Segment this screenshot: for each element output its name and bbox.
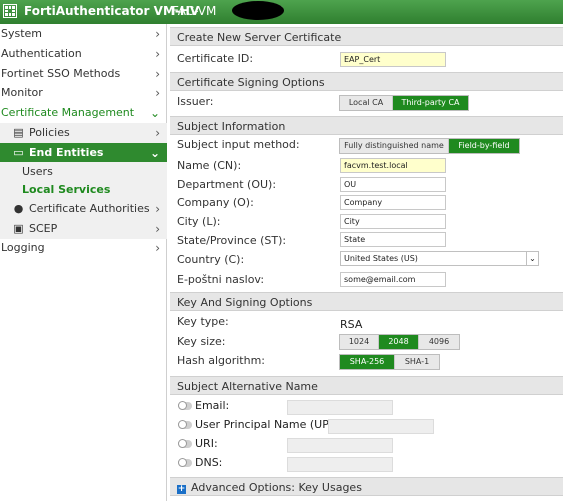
section-header-key: Key And Signing Options bbox=[170, 292, 563, 311]
san-uri-input[interactable] bbox=[287, 438, 393, 453]
key-size-label: Key size: bbox=[177, 335, 226, 348]
o-input[interactable]: Company bbox=[340, 195, 446, 210]
key-size-4096-option[interactable]: 4096 bbox=[419, 335, 459, 349]
chevron-right-icon: › bbox=[155, 202, 160, 216]
hash-algorithm-label: Hash algorithm: bbox=[177, 354, 266, 367]
expand-plus-icon: + bbox=[177, 484, 186, 494]
laptop-icon: ▭ bbox=[13, 146, 24, 159]
section-header-san: Subject Alternative Name bbox=[170, 376, 563, 395]
issuer-third-party-ca-option[interactable]: Third-party CA bbox=[393, 96, 468, 110]
hash-sha1-option[interactable]: SHA-1 bbox=[395, 355, 439, 369]
key-size-toggle: 1024 2048 4096 bbox=[339, 334, 460, 350]
sidebar-item-authentication[interactable]: Authentication › bbox=[0, 44, 167, 64]
country-select-value: United States (US) bbox=[344, 254, 418, 263]
chevron-right-icon: › bbox=[155, 67, 160, 81]
sidebar-item-users[interactable]: Users bbox=[0, 162, 167, 182]
sidebar-item-certificate-authorities[interactable]: ● Certificate Authorities › bbox=[0, 199, 167, 219]
cn-label: Name (CN): bbox=[177, 159, 242, 172]
st-input[interactable]: State bbox=[340, 232, 446, 247]
scep-icon: ▣ bbox=[13, 222, 24, 235]
key-size-1024-option[interactable]: 1024 bbox=[340, 335, 379, 349]
chevron-right-icon: › bbox=[155, 86, 160, 100]
advanced-options-header[interactable]: + Advanced Options: Key Usages bbox=[170, 477, 563, 496]
email-input[interactable]: some@email.com bbox=[340, 272, 446, 287]
san-email-input[interactable] bbox=[287, 400, 393, 415]
san-uri-label: URI: bbox=[195, 437, 218, 450]
sidebar-item-monitor[interactable]: Monitor › bbox=[0, 83, 167, 103]
hash-sha256-option[interactable]: SHA-256 bbox=[340, 355, 395, 369]
ou-input[interactable]: OU bbox=[340, 177, 446, 192]
san-upn-input[interactable] bbox=[328, 419, 434, 434]
issuer-label: Issuer: bbox=[177, 95, 214, 108]
chevron-right-icon: › bbox=[155, 222, 160, 236]
san-email-label: Email: bbox=[195, 399, 230, 412]
section-header-create: Create New Server Certificate bbox=[170, 27, 563, 46]
main-content: Create New Server Certificate Certificat… bbox=[170, 24, 563, 501]
chevron-down-icon: ⌄ bbox=[526, 252, 538, 265]
chevron-right-icon: › bbox=[155, 27, 160, 41]
key-size-2048-option[interactable]: 2048 bbox=[379, 335, 419, 349]
users-group-icon: ● bbox=[13, 202, 24, 215]
section-header-signing: Certificate Signing Options bbox=[170, 72, 563, 91]
fortinet-logo-icon bbox=[3, 4, 17, 18]
certificate-id-input[interactable]: EAP_Cert bbox=[340, 52, 446, 67]
issuer-local-ca-option[interactable]: Local CA bbox=[340, 96, 393, 110]
key-type-value: RSA bbox=[340, 318, 363, 331]
san-email-toggle[interactable] bbox=[178, 401, 192, 410]
chevron-right-icon: › bbox=[155, 126, 160, 140]
top-bar: FortiAuthenticator VM-HV FAC-VM9 bbox=[0, 0, 563, 24]
sidebar-item-end-entities[interactable]: ▭ End Entities ⌄ bbox=[0, 143, 167, 163]
san-dns-input[interactable] bbox=[287, 457, 393, 472]
method-field-by-field-option[interactable]: Field-by-field bbox=[449, 139, 519, 153]
chevron-down-icon: ⌄ bbox=[149, 106, 160, 120]
sidebar-item-logging[interactable]: Logging › bbox=[0, 238, 167, 258]
sidebar-item-fsso[interactable]: Fortinet SSO Methods › bbox=[0, 64, 167, 84]
sidebar-item-scep[interactable]: ▣ SCEP › bbox=[0, 219, 167, 239]
l-input[interactable]: City bbox=[340, 214, 446, 229]
san-dns-label: DNS: bbox=[195, 456, 223, 469]
san-upn-label: User Principal Name (UPN): bbox=[195, 418, 346, 431]
method-full-dn-option[interactable]: Fully distinguished name bbox=[340, 139, 449, 153]
sidebar-item-system[interactable]: System › bbox=[0, 24, 167, 44]
subject-input-method-label: Subject input method: bbox=[177, 138, 300, 151]
redaction-mark bbox=[232, 1, 284, 20]
o-label: Company (O): bbox=[177, 196, 254, 209]
subject-input-method-toggle: Fully distinguished name Field-by-field bbox=[339, 138, 520, 154]
issuer-toggle: Local CA Third-party CA bbox=[339, 95, 469, 111]
certificate-id-label: Certificate ID: bbox=[177, 52, 254, 65]
section-header-subject: Subject Information bbox=[170, 116, 563, 135]
hash-algorithm-toggle: SHA-256 SHA-1 bbox=[339, 354, 440, 370]
sidebar-item-certificate-management[interactable]: Certificate Management ⌄ bbox=[0, 103, 167, 123]
chevron-down-icon: ⌄ bbox=[149, 146, 160, 160]
san-upn-toggle[interactable] bbox=[178, 420, 192, 429]
sidebar: System › Authentication › Fortinet SSO Met… bbox=[0, 24, 167, 501]
email-label: E-poštni naslov: bbox=[177, 273, 265, 286]
country-select[interactable]: United States (US) ⌄ bbox=[340, 251, 539, 266]
sidebar-item-local-services[interactable]: Local Services bbox=[0, 180, 167, 200]
cn-input[interactable]: facvm.test.local bbox=[340, 158, 446, 173]
c-label: Country (C): bbox=[177, 253, 245, 266]
chevron-right-icon: › bbox=[155, 241, 160, 255]
sidebar-item-policies[interactable]: ▤ Policies › bbox=[0, 123, 167, 143]
l-label: City (L): bbox=[177, 215, 221, 228]
ou-label: Department (OU): bbox=[177, 178, 277, 191]
san-uri-toggle[interactable] bbox=[178, 439, 192, 448]
st-label: State/Province (ST): bbox=[177, 234, 287, 247]
policy-icon: ▤ bbox=[13, 126, 24, 139]
chevron-right-icon: › bbox=[155, 47, 160, 61]
san-dns-toggle[interactable] bbox=[178, 458, 192, 467]
key-type-label: Key type: bbox=[177, 315, 229, 328]
